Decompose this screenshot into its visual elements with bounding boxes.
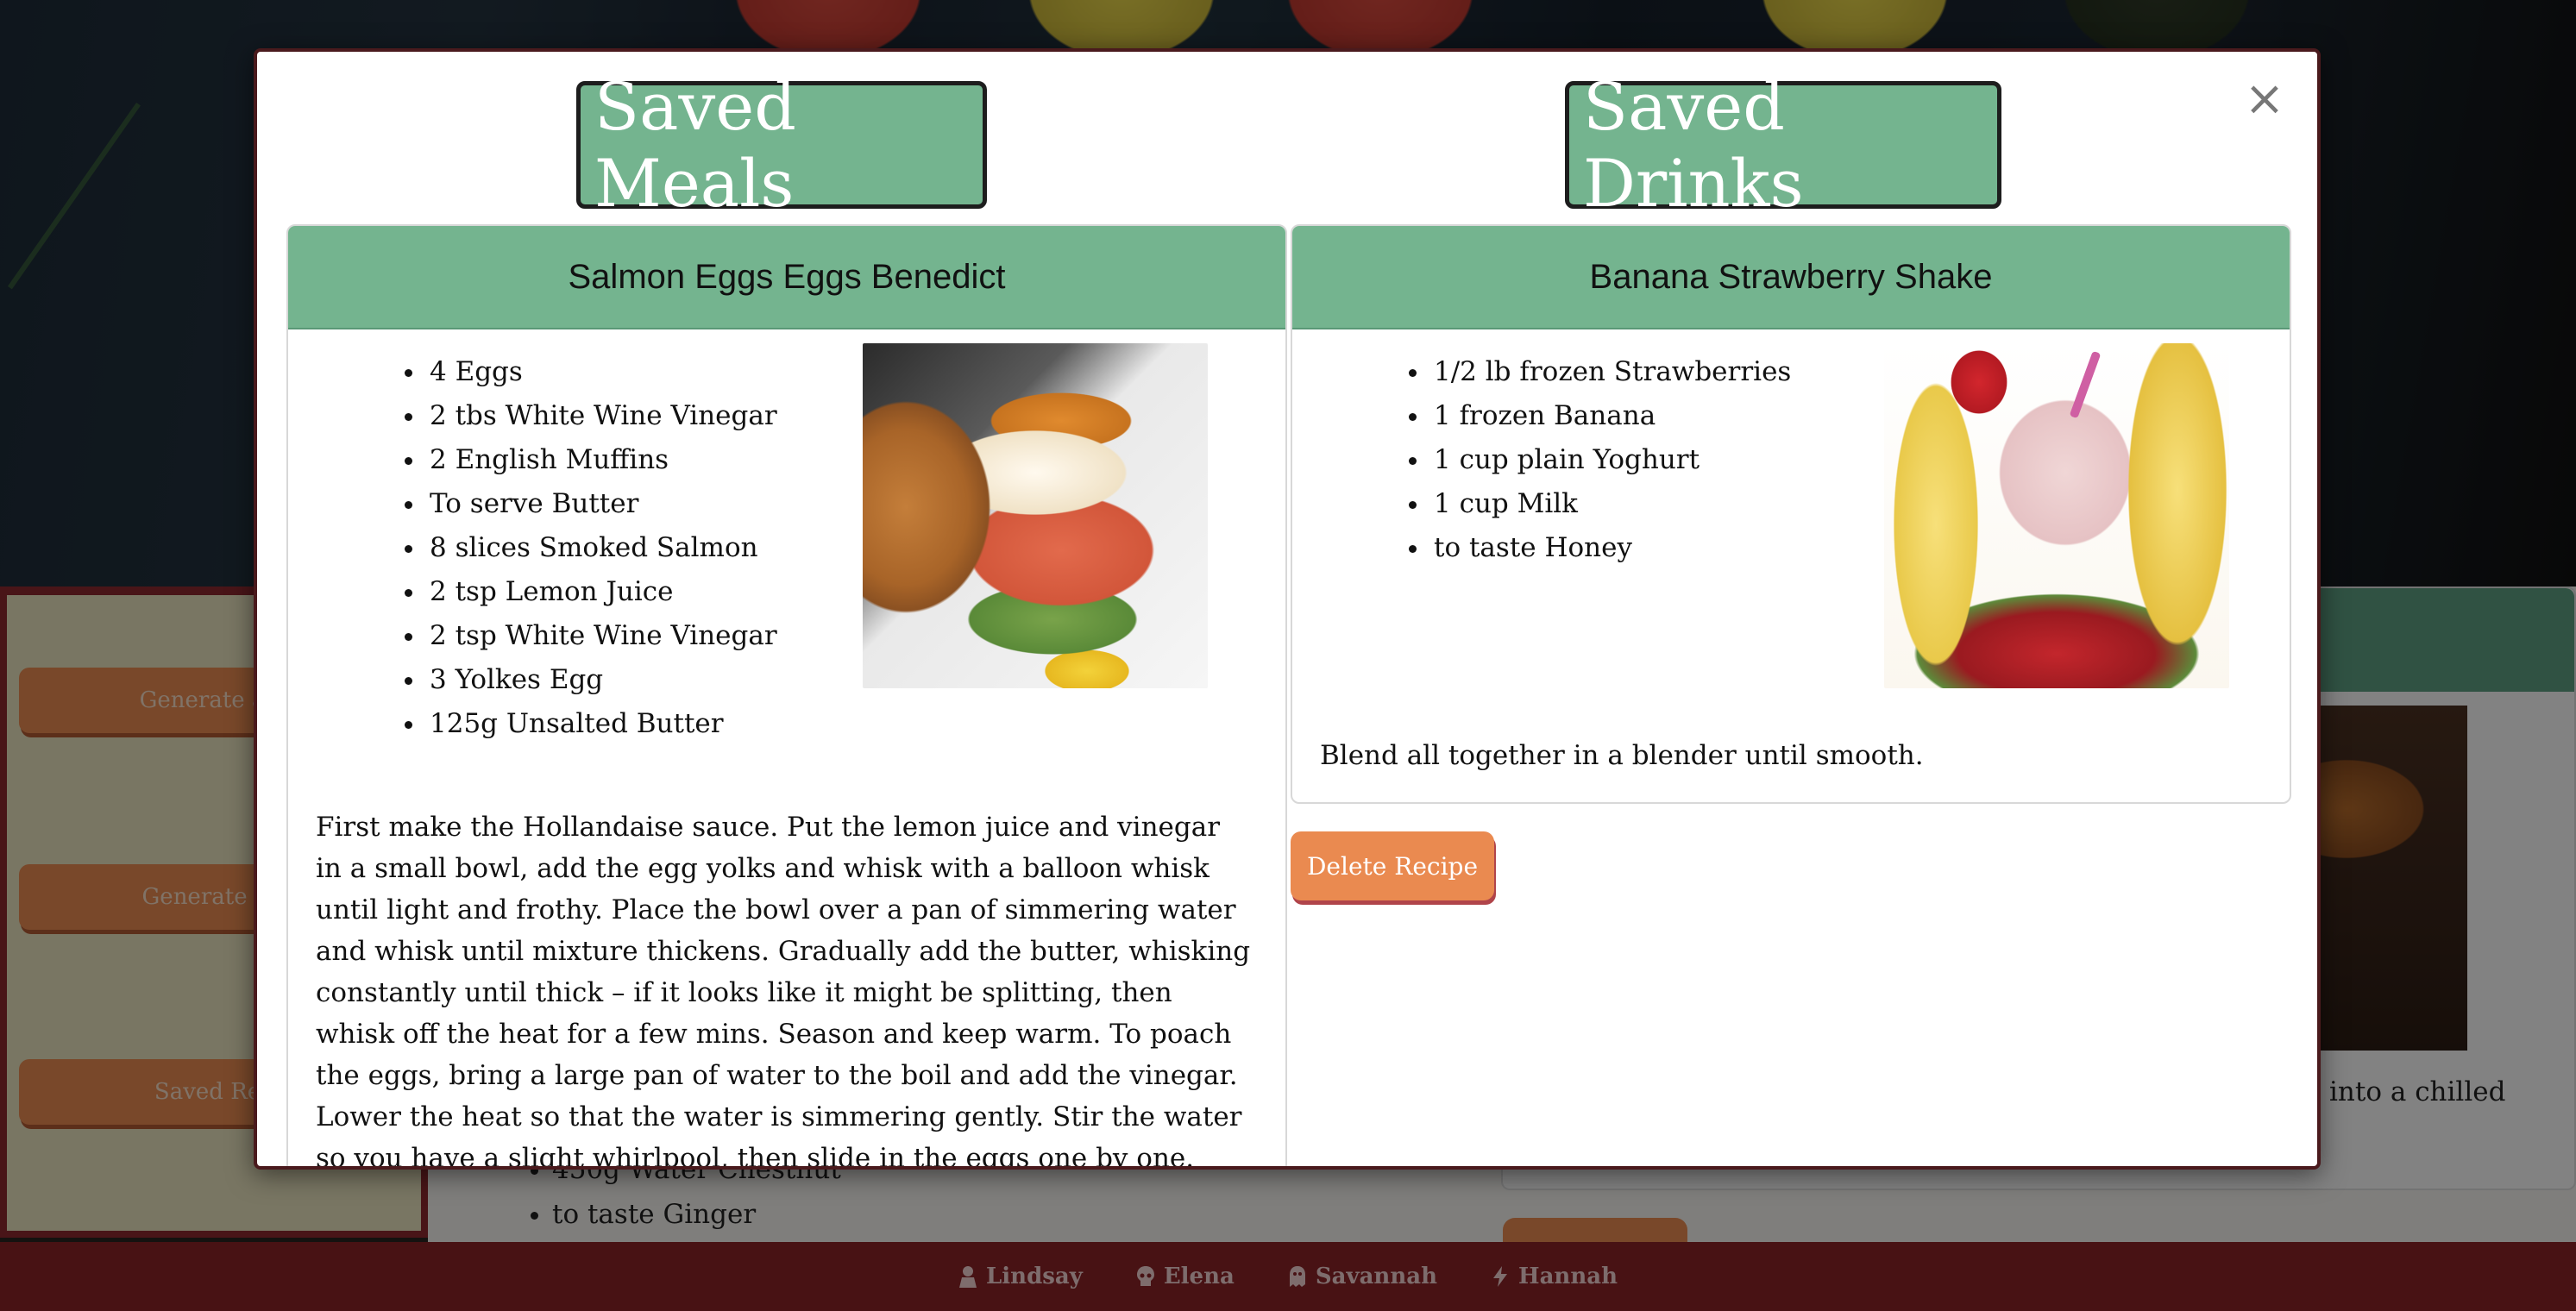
saved-recipes-modal: × Saved Meals Saved Drinks Salmon Eggs E… — [254, 48, 2321, 1170]
saved-meals-heading: Saved Meals — [576, 68, 987, 222]
meal-title: Salmon Eggs Eggs Benedict — [288, 226, 1285, 329]
saved-drinks-column: Banana Strawberry Shake 1/2 lb frozen St… — [1291, 224, 2291, 900]
saved-drinks-heading: Saved Drinks — [1565, 68, 2001, 222]
drink-instructions: Blend all together in a blender until sm… — [1320, 740, 1924, 771]
list-item: 125g Unsalted Butter — [426, 702, 1258, 746]
saved-meals-column[interactable]: Salmon Eggs Eggs Benedict 4 Eggs 2 tbs W… — [286, 224, 1287, 1170]
meal-image — [863, 343, 1208, 688]
drink-image — [1884, 343, 2229, 688]
drink-title: Banana Strawberry Shake — [1292, 226, 2290, 329]
meal-instructions: First make the Hollandaise sauce. Put th… — [316, 812, 1251, 1170]
drink-card: Banana Strawberry Shake 1/2 lb frozen St… — [1291, 224, 2291, 804]
meal-card: Salmon Eggs Eggs Benedict 4 Eggs 2 tbs W… — [286, 224, 1287, 1170]
delete-recipe-button[interactable]: Delete Recipe — [1291, 831, 1494, 900]
close-icon[interactable]: × — [2243, 75, 2286, 123]
